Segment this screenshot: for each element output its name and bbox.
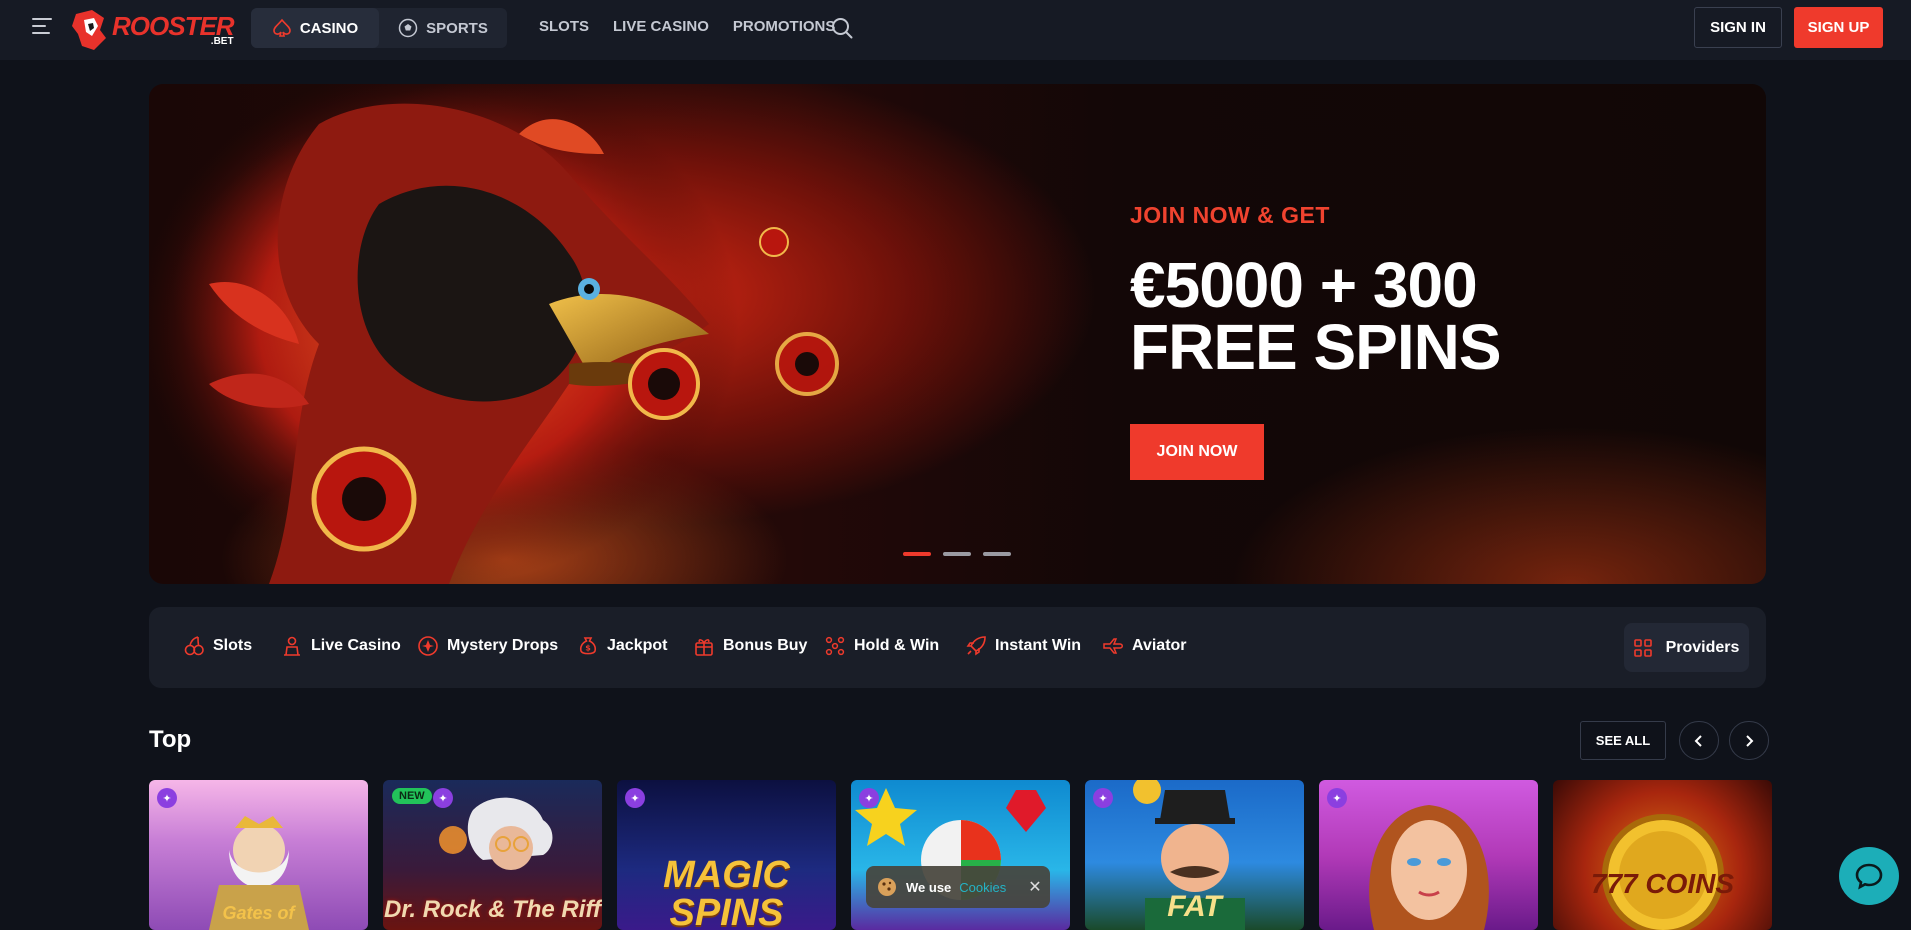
carousel-dot-2[interactable] [943,552,971,556]
rocket-icon [966,636,986,656]
category-hold-and-win[interactable]: Hold & Win [824,631,939,661]
see-all-button[interactable]: SEE ALL [1580,721,1666,760]
woman-artwork [1369,805,1489,930]
category-bar: Slots Live Casino Mystery Drops $ Jackpo… [149,607,1766,688]
plane-icon [1103,638,1123,654]
search-icon[interactable] [830,16,854,40]
providers-button[interactable]: Providers [1624,623,1749,672]
cookie-notice: We use Cookies ✕ [866,866,1050,908]
category-label: Live Casino [311,637,401,654]
nav-promotions[interactable]: PROMOTIONS [733,18,836,35]
category-jackpot[interactable]: $ Jackpot [577,631,667,661]
next-arrow-button[interactable] [1729,721,1769,760]
casino-tab[interactable]: CASINO [251,8,379,48]
logo[interactable]: ROOSTER .BET [70,6,235,54]
money-bag-icon: $ [579,637,597,655]
category-bonus-buy[interactable]: Bonus Buy [693,631,807,661]
top-bar: ROOSTER .BET CASINO SPORTS SLOTS LIVE CA… [0,0,1911,60]
category-label: Instant Win [995,637,1082,654]
cookie-icon [878,878,896,896]
casino-tab-label: CASINO [299,19,359,37]
gift-icon [695,639,713,656]
mystery-drop-icon [418,636,438,656]
category-instant-win[interactable]: Instant Win [965,631,1081,661]
category-label: Aviator [1132,637,1187,654]
category-aviator[interactable]: Aviator [1102,631,1187,661]
sign-in-button[interactable]: SIGN IN [1694,7,1782,48]
sports-tab-label: SPORTS [426,19,488,37]
game-title: FAT [1167,890,1222,923]
close-icon[interactable]: ✕ [1028,877,1041,897]
grid-icon [1633,638,1652,657]
soccer-ball-icon [398,18,418,38]
hero-kicker: JOIN NOW & GET [1130,202,1330,228]
category-label: Bonus Buy [723,637,808,654]
category-live-casino[interactable]: Live Casino [281,631,401,661]
hero-title: €5000 + 300 FREE SPINS [1130,249,1502,383]
category-label: Jackpot [607,637,668,654]
sports-tab[interactable]: SPORTS [379,8,507,48]
game-card[interactable]: NEW ✦ Dr. Rock & The Riff [383,780,602,930]
game-card[interactable]: ✦ FAT [1085,780,1304,930]
game-card[interactable]: 777 COINS [1553,780,1772,930]
game-card[interactable]: ✦ [1319,780,1538,930]
hero-title-line-2: FREE SPINS [1130,311,1502,383]
nav-slots[interactable]: SLOTS [539,18,589,35]
product-toggle: CASINO SPORTS [251,8,507,48]
chip-icon [628,348,700,420]
hero-banner[interactable]: JOIN NOW & GET €5000 + 300 FREE SPINS JO… [149,84,1766,584]
game-title: 777 COINS [1590,868,1735,899]
category-mystery-drops[interactable]: Mystery Drops [417,631,558,661]
cookie-text: We use [906,879,952,895]
dealer-icon [284,636,300,656]
star-badge-icon: ✦ [625,788,645,808]
main-nav: SLOTS LIVE CASINO PROMOTIONS [539,18,835,35]
game-title: Dr. Rock & The Riff [384,896,601,923]
coins-artwork [1602,814,1724,930]
game-card[interactable]: ✦ Gates of [149,780,368,930]
dots-grid-icon [825,636,845,656]
chevron-right-icon [1746,734,1754,747]
cookie-link[interactable]: Cookies [959,880,1006,895]
providers-label: Providers [1665,638,1740,656]
nav-live-casino[interactable]: LIVE CASINO [613,18,709,35]
category-label: Hold & Win [854,637,940,654]
hero-title-line-1: €5000 + 300 [1130,249,1478,321]
game-title: MAGIC SPINS [663,854,790,930]
carousel-dots [903,552,1011,556]
spade-icon [273,18,291,37]
svg-text:$: $ [585,644,591,653]
hamburger-menu-icon[interactable] [32,18,54,40]
game-title: Gates of [222,903,295,923]
cherries-icon [184,636,204,656]
sign-up-button[interactable]: SIGN UP [1794,7,1883,48]
chat-button[interactable] [1839,847,1899,905]
chat-bubble-icon [1855,863,1883,890]
category-label: Mystery Drops [447,637,559,654]
section-title-top: Top [149,726,192,753]
chevron-left-icon [1694,734,1702,747]
rooster-artwork [149,84,839,584]
carousel-dot-3[interactable] [983,552,1011,556]
join-now-button[interactable]: JOIN NOW [1130,424,1264,480]
prev-arrow-button[interactable] [1679,721,1719,760]
rooster-logo-icon [72,10,106,50]
category-label: Slots [213,637,253,654]
carousel-dot-1[interactable] [903,552,931,556]
category-slots[interactable]: Slots [183,631,252,661]
game-card[interactable]: ✦ MAGIC SPINS [617,780,836,930]
